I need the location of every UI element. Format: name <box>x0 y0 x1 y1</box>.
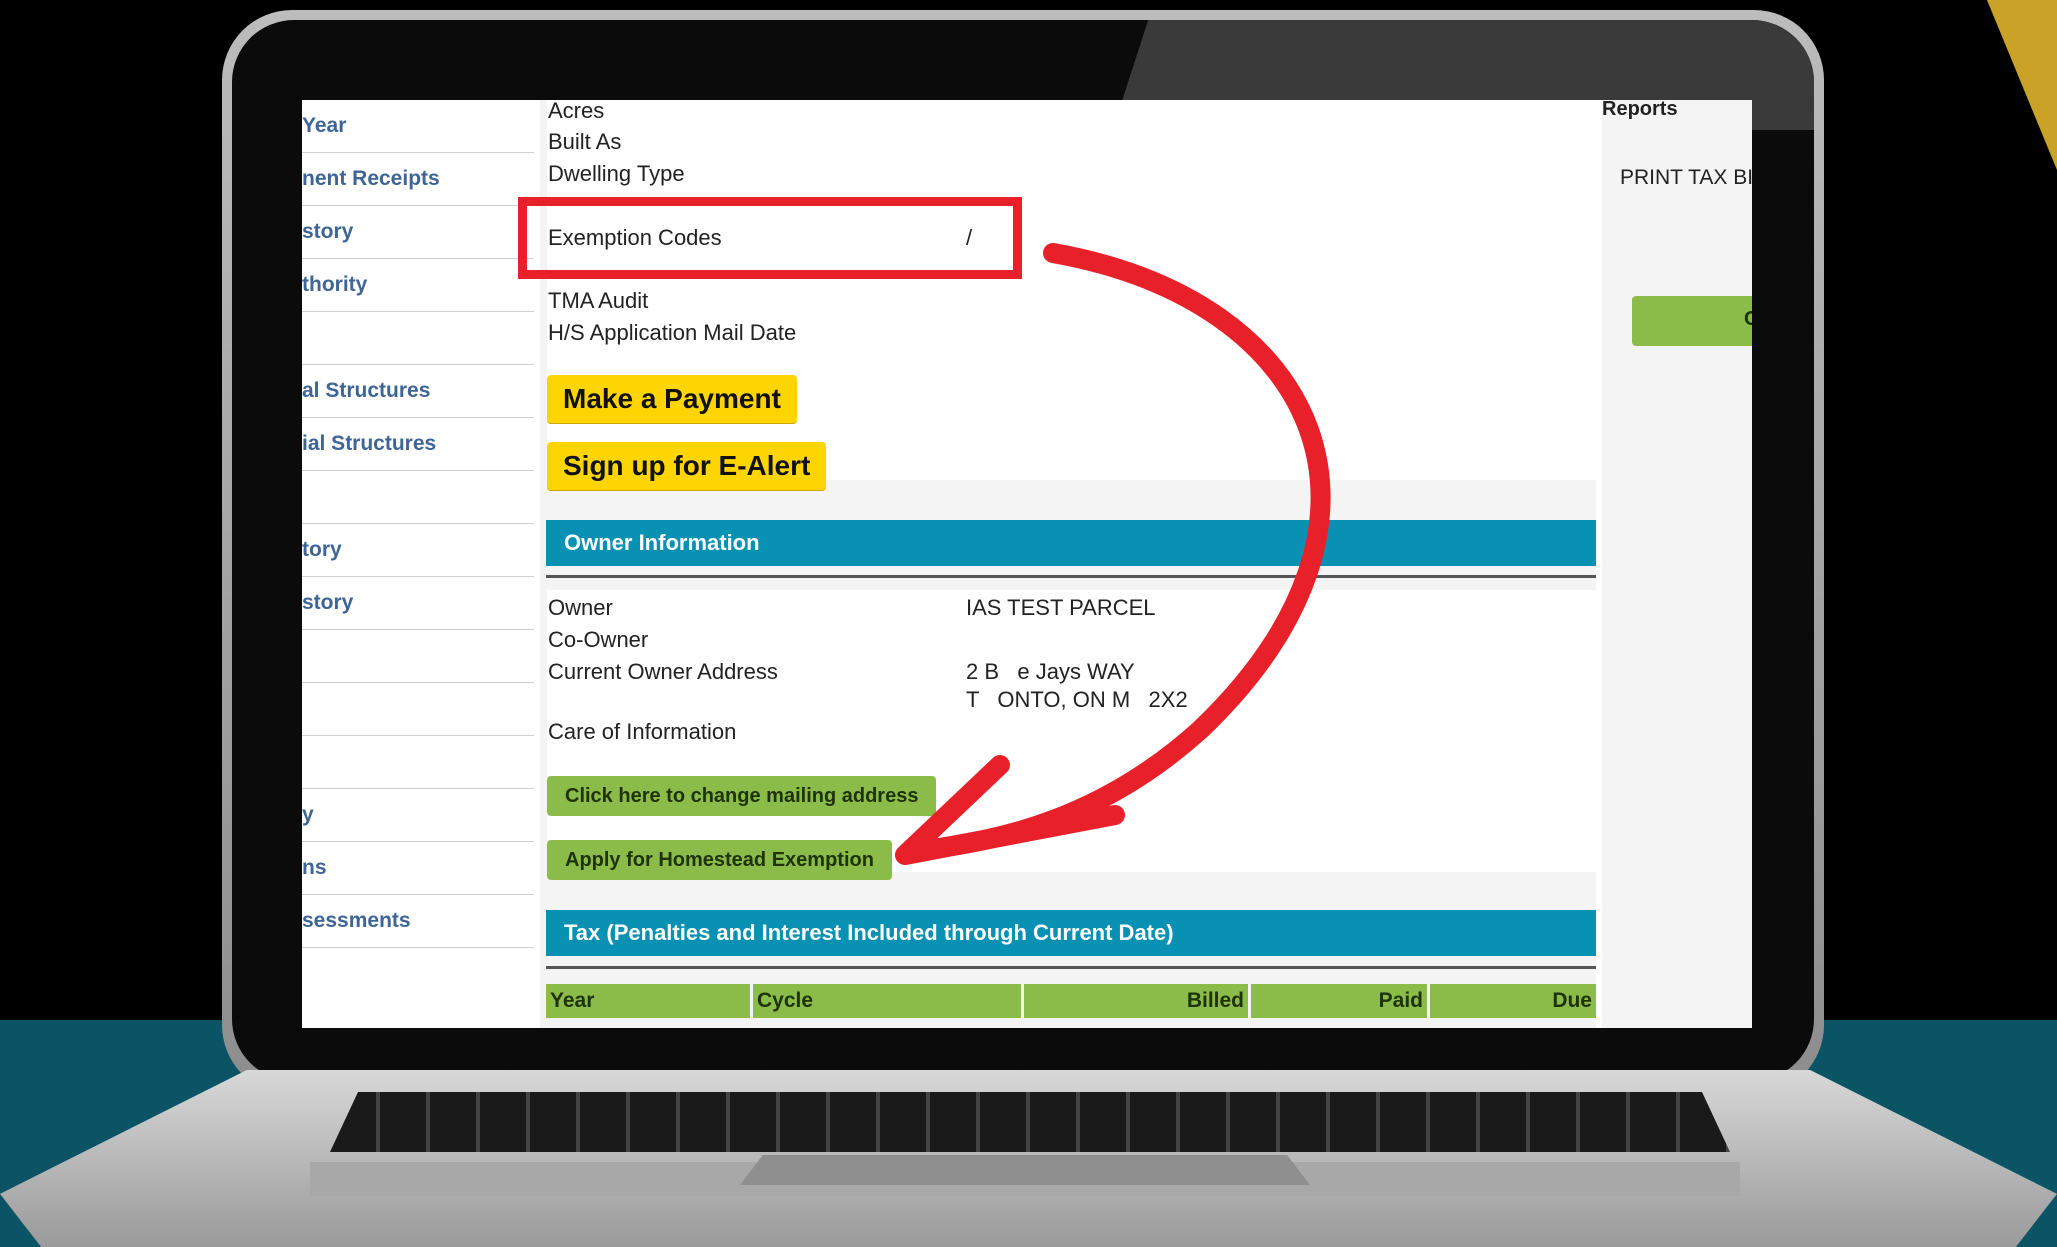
exemption-codes-highlight <box>518 197 1022 279</box>
print-tax-bill-link[interactable]: PRINT TAX BI <box>1620 166 1752 190</box>
tax-col-cycle[interactable]: Cycle <box>753 984 1021 1018</box>
sidebar-item-sales-history[interactable]: tory <box>302 524 534 577</box>
sidebar-item-label: y <box>302 803 314 826</box>
sidebar-item-history[interactable]: story <box>302 206 534 259</box>
sidebar-item-blank-4[interactable] <box>302 683 534 736</box>
owner-label: Owner <box>548 595 613 620</box>
sidebar-item-label: story <box>302 220 354 243</box>
ealert-signup-button[interactable]: Sign up for E-Alert <box>547 442 827 490</box>
change-mailing-address-button[interactable]: Click here to change mailing address <box>547 776 937 816</box>
sidebar-item-payment-receipts[interactable]: nent Receipts <box>302 153 534 206</box>
tax-table-header: Year Cycle Billed Paid Due <box>546 984 1596 1018</box>
sidebar-item-label: ial Structures <box>302 432 437 455</box>
dwelling-type-label: Dwelling Type <box>548 161 685 186</box>
sidebar-item-label: sessments <box>302 909 411 932</box>
sidebar-item-exemptions[interactable]: ns <box>302 842 534 895</box>
coowner-label: Co-Owner <box>548 627 649 652</box>
tax-section-header: Tax (Penalties and Interest Included thr… <box>546 910 1596 956</box>
property-details-block <box>547 100 1596 480</box>
sidebar-item-blank-3[interactable] <box>302 630 534 683</box>
make-payment-button[interactable]: Make a Payment <box>547 375 797 423</box>
sidebar-item-commercial-structures[interactable]: ial Structures <box>302 418 534 471</box>
reports-panel: Reports PRINT TAX BI G <box>1602 100 1752 1028</box>
sidebar-item-label: Year <box>302 114 347 137</box>
tax-col-due[interactable]: Due <box>1430 984 1596 1018</box>
tax-section-rule <box>546 966 1596 969</box>
sidebar-item-year[interactable]: Year <box>302 100 534 153</box>
owner-address-line1: 2 B e Jays WAY <box>966 659 1135 684</box>
owner-value: IAS TEST PARCEL <box>966 595 1156 620</box>
reports-panel-button[interactable]: G <box>1632 296 1752 346</box>
tax-col-paid[interactable]: Paid <box>1251 984 1427 1018</box>
tax-col-billed[interactable]: Billed <box>1024 984 1248 1018</box>
acres-label: Acres <box>548 100 605 123</box>
sidebar: Year nent Receipts story thority al Stru… <box>302 100 534 1028</box>
tax-col-year[interactable]: Year <box>546 984 750 1018</box>
owner-address-label: Current Owner Address <box>548 659 778 684</box>
owner-section-rule <box>546 575 1596 578</box>
homestead-exemption-button[interactable]: Apply for Homestead Exemption <box>547 840 892 880</box>
laptop-keyboard <box>330 1092 1730 1152</box>
gold-corner-accent <box>1987 0 2057 170</box>
care-of-label: Care of Information <box>548 719 737 744</box>
laptop-trackpad <box>740 1155 1310 1185</box>
reports-heading: Reports <box>1602 100 1678 120</box>
sidebar-item-label: story <box>302 591 354 614</box>
sidebar-item-special-assessments[interactable]: sessments <box>302 895 534 948</box>
sidebar-item-blank-2[interactable] <box>302 471 534 524</box>
sidebar-item-blank-1[interactable] <box>302 312 534 365</box>
owner-address-line2: T ONTO, ON M 2X2 <box>966 687 1188 712</box>
sidebar-item-label: thority <box>302 273 368 296</box>
sidebar-item-residential-structures[interactable]: al Structures <box>302 365 534 418</box>
tma-audit-label: TMA Audit <box>548 288 649 313</box>
owner-section-header: Owner Information <box>546 520 1596 566</box>
hs-mail-date-label: H/S Application Mail Date <box>548 320 797 345</box>
sidebar-item-summary[interactable]: y <box>302 789 534 842</box>
sidebar-item-label: ns <box>302 856 327 879</box>
sidebar-item-label: nent Receipts <box>302 167 440 190</box>
sidebar-item-label: al Structures <box>302 379 431 402</box>
built-as-label: Built As <box>548 129 622 154</box>
sidebar-item-blank-5[interactable] <box>302 736 534 789</box>
sidebar-item-value-history[interactable]: story <box>302 577 534 630</box>
sidebar-item-authority[interactable]: thority <box>302 259 534 312</box>
sidebar-item-label: tory <box>302 538 342 561</box>
